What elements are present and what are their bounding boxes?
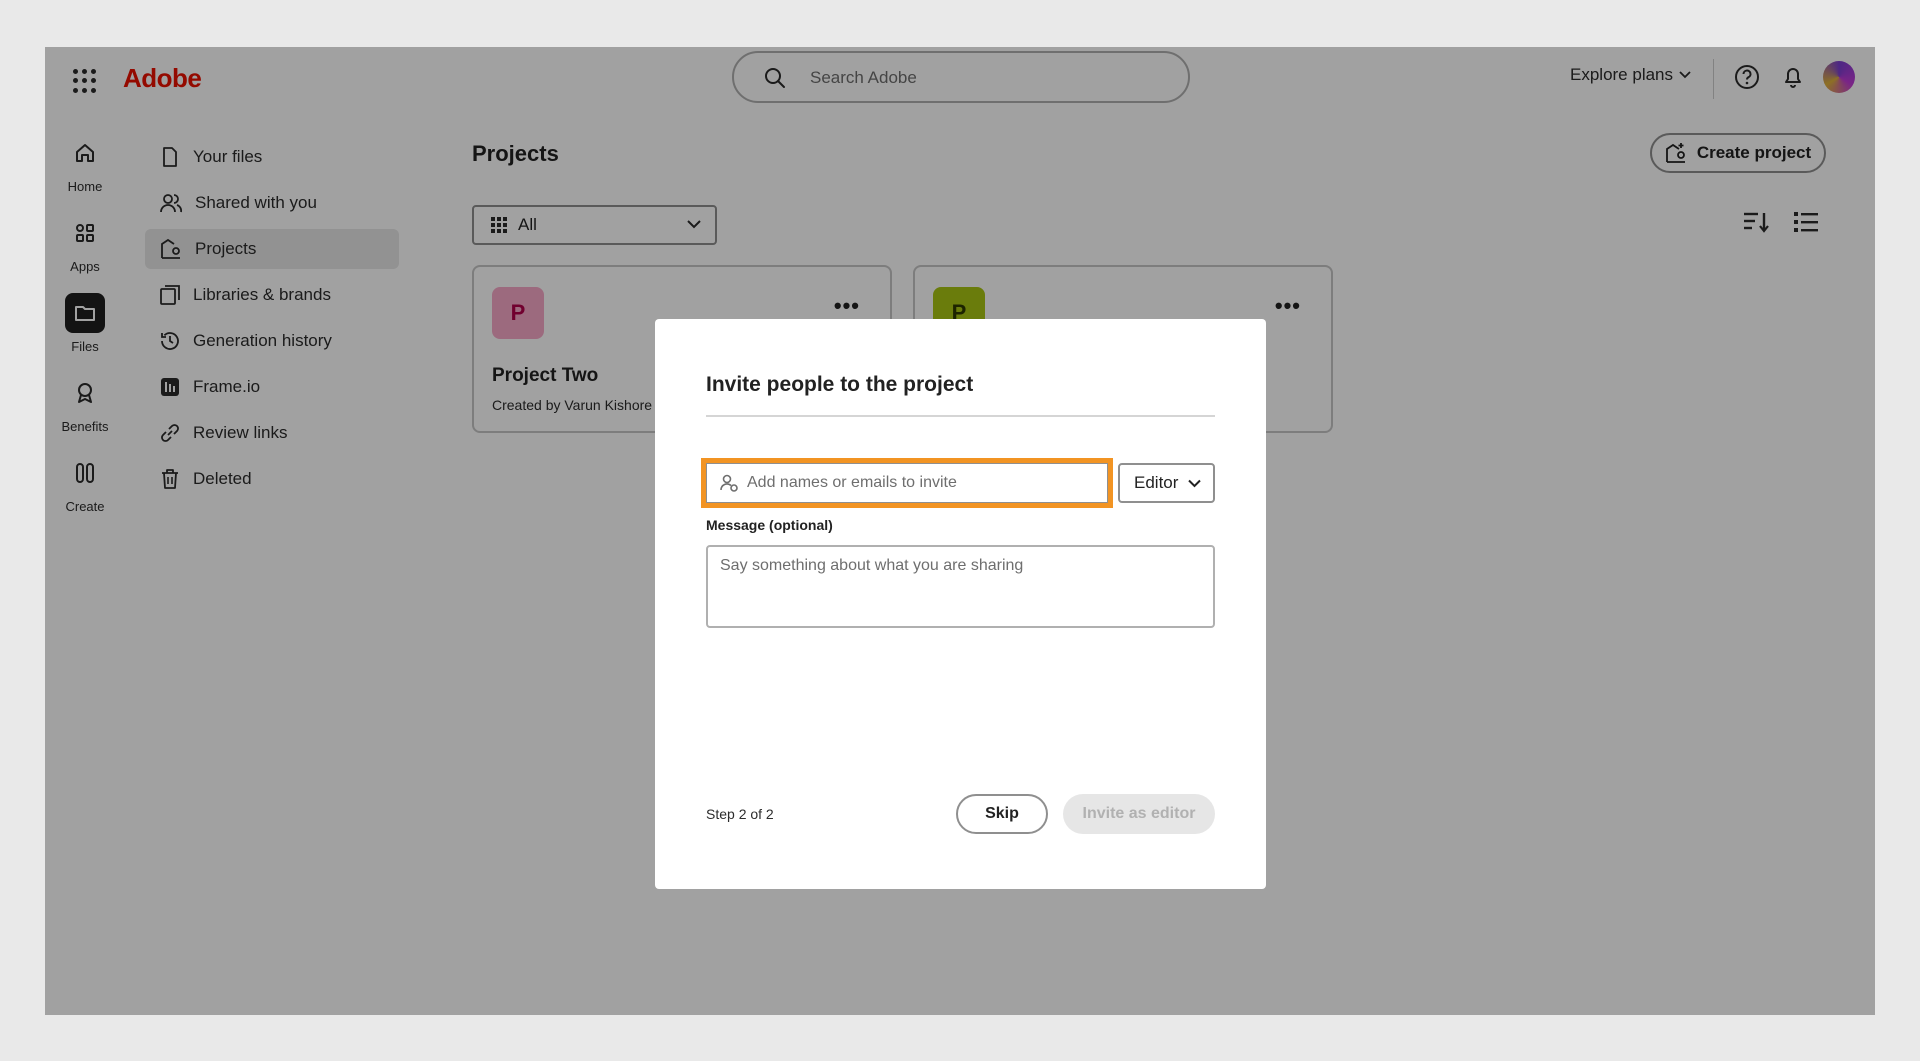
dialog-divider (706, 415, 1215, 417)
chevron-down-icon (1188, 479, 1202, 487)
invite-field[interactable] (706, 463, 1108, 503)
role-value: Editor (1134, 473, 1179, 492)
dialog-title: Invite people to the project (706, 373, 974, 396)
role-dropdown[interactable]: Editor (1118, 463, 1215, 503)
message-label: Message (optional) (706, 517, 833, 533)
message-textarea[interactable] (706, 545, 1215, 628)
step-indicator: Step 2 of 2 (706, 806, 774, 822)
invite-input-highlight (701, 458, 1113, 508)
invite-as-editor-button[interactable]: Invite as editor (1063, 794, 1215, 834)
invite-dialog: Invite people to the project Editor Mess… (655, 319, 1266, 889)
skip-button[interactable]: Skip (956, 794, 1048, 834)
invite-input[interactable] (747, 474, 1087, 492)
add-person-icon (720, 474, 738, 492)
